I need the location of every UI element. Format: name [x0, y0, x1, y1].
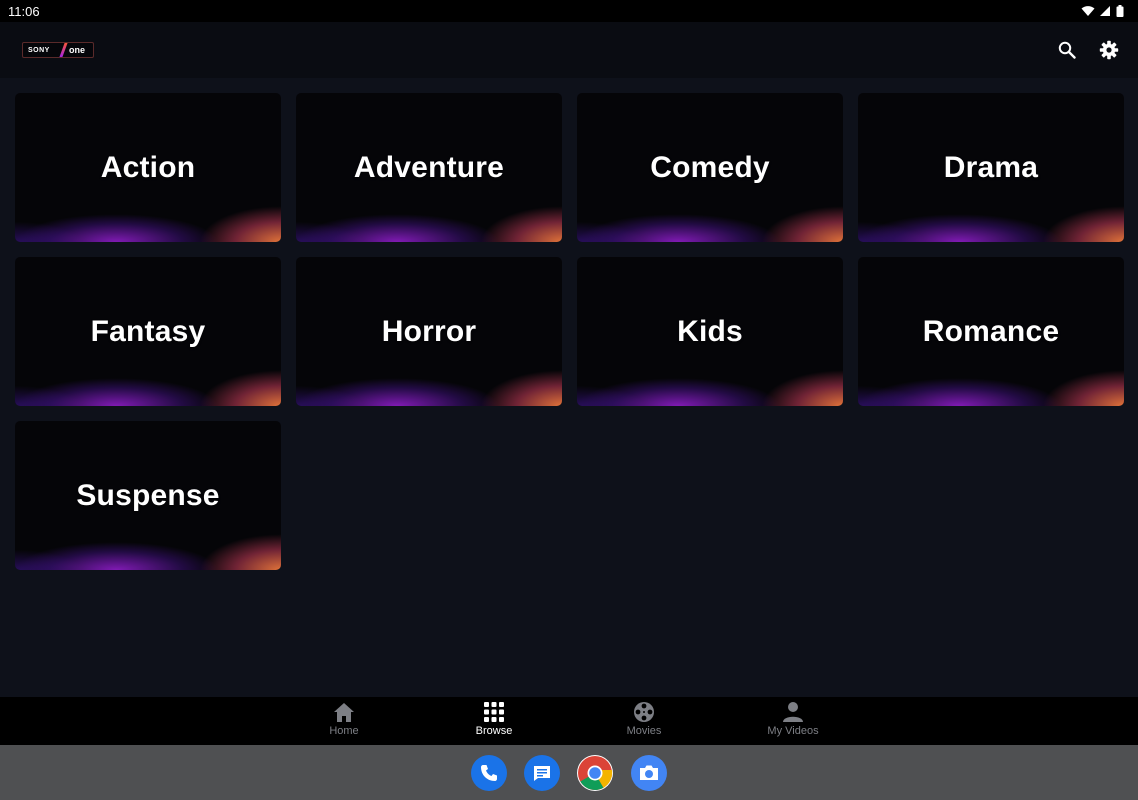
genre-tile-comedy[interactable]: Comedy	[577, 93, 843, 242]
chrome-icon	[578, 756, 613, 790]
genre-label: Adventure	[353, 150, 505, 184]
nav-item-browse[interactable]: Browse	[444, 701, 544, 743]
search-icon	[1058, 41, 1076, 59]
genre-label: Action	[100, 150, 196, 184]
nav-item-home[interactable]: Home	[294, 701, 394, 743]
messages-icon	[534, 766, 550, 781]
status-bar: 11:06	[0, 0, 1138, 22]
phone-icon	[481, 765, 497, 781]
messages-app-button[interactable]	[524, 755, 560, 791]
grid-icon	[484, 702, 504, 722]
nav-item-my-videos[interactable]: My Videos	[743, 701, 843, 743]
genre-label: Horror	[381, 314, 477, 348]
settings-button[interactable]	[1097, 38, 1121, 62]
genre-grid: Action Adventure Comedy Drama Fantasy Ho…	[15, 93, 1124, 570]
signal-icon	[1100, 6, 1110, 16]
battery-icon	[1116, 5, 1124, 17]
nav-label: My Videos	[767, 725, 819, 737]
status-time: 11:06	[8, 3, 40, 19]
genre-label: Drama	[943, 150, 1039, 184]
status-icons	[1081, 5, 1124, 17]
genre-tile-action[interactable]: Action	[15, 93, 281, 242]
genre-label: Comedy	[650, 150, 770, 184]
nav-label: Movies	[626, 725, 662, 737]
camera-app-button[interactable]	[631, 755, 667, 791]
genre-label: Kids	[677, 314, 743, 348]
sony-one-logo[interactable]: SONY one	[22, 42, 94, 58]
person-icon	[783, 702, 803, 722]
app-bar: SONY one	[0, 22, 1138, 78]
genre-tile-suspense[interactable]: Suspense	[15, 421, 281, 570]
logo-text-sony: SONY	[28, 46, 50, 54]
phone-app-button[interactable]	[471, 755, 507, 791]
genre-tile-horror[interactable]: Horror	[296, 257, 562, 406]
film-reel-icon	[634, 702, 654, 722]
genre-tile-romance[interactable]: Romance	[858, 257, 1124, 406]
nav-label: Browse	[475, 725, 513, 737]
genre-tile-adventure[interactable]: Adventure	[296, 93, 562, 242]
system-dock	[0, 745, 1138, 800]
genre-tile-fantasy[interactable]: Fantasy	[15, 257, 281, 406]
genre-label: Suspense	[76, 478, 220, 512]
wifi-icon	[1081, 6, 1095, 16]
nav-item-movies[interactable]: Movies	[594, 701, 694, 743]
logo-text-one: one	[69, 45, 86, 55]
nav-label: Home	[329, 725, 359, 737]
bottom-navigation: Home Browse Movies My Videos	[0, 697, 1138, 745]
genre-label: Fantasy	[90, 314, 206, 348]
home-icon	[334, 703, 354, 722]
search-button[interactable]	[1055, 38, 1079, 62]
camera-icon	[640, 765, 658, 780]
genre-label: Romance	[922, 314, 1060, 348]
genre-tile-kids[interactable]: Kids	[577, 257, 843, 406]
genre-tile-drama[interactable]: Drama	[858, 93, 1124, 242]
settings-gear-icon	[1099, 40, 1119, 60]
chrome-app-button[interactable]	[577, 755, 613, 791]
